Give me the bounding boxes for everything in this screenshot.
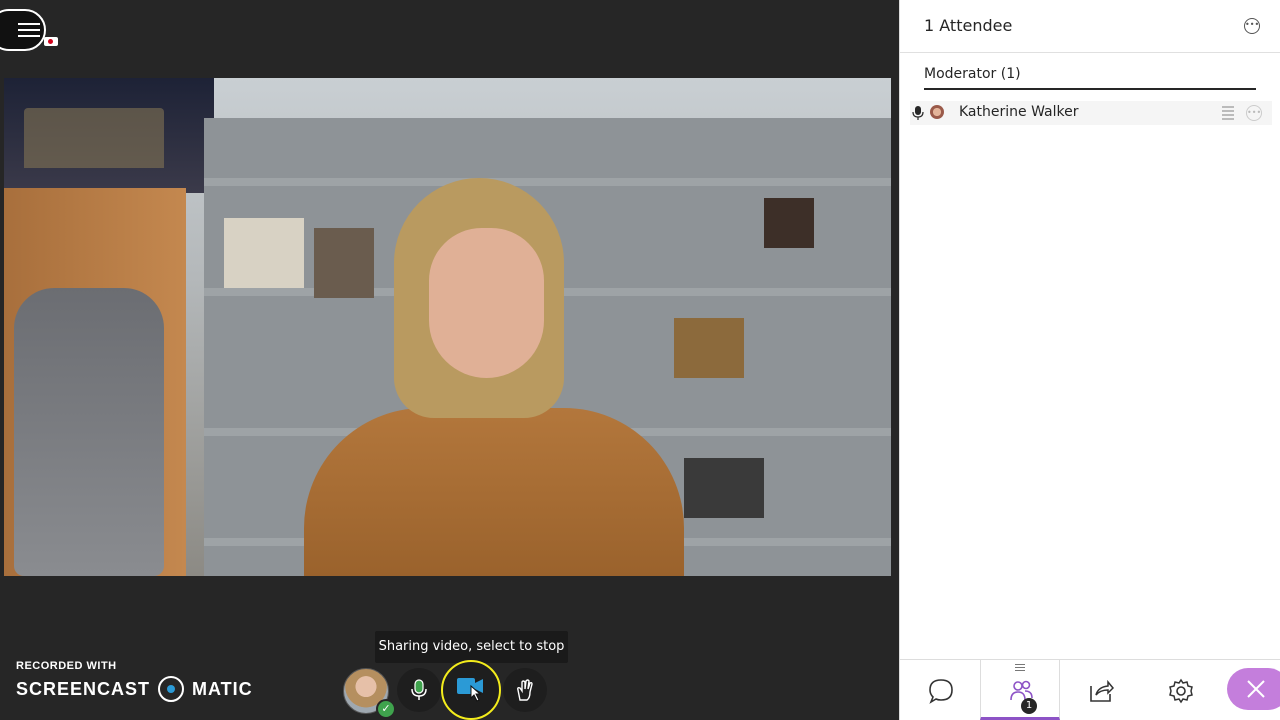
- list-icon[interactable]: [1222, 106, 1234, 120]
- video-background-poster: [4, 78, 214, 193]
- attendee-row[interactable]: Katherine Walker •••: [910, 101, 1272, 125]
- watermark-logo-icon: [158, 676, 185, 702]
- hamburger-icon: [18, 23, 40, 37]
- attendee-avatar: [930, 105, 944, 119]
- attendee-options-icon[interactable]: •••: [1246, 105, 1262, 121]
- watermark-word-left: SCREENCAST: [16, 678, 151, 699]
- drag-grip-icon: [1015, 664, 1025, 673]
- watermark-word-right: MATIC: [192, 678, 253, 699]
- tab-settings[interactable]: [1140, 660, 1220, 720]
- camera-toggle-button[interactable]: [441, 660, 501, 720]
- panel-tab-bar: 1: [900, 659, 1280, 720]
- microphone-icon: [912, 106, 924, 120]
- close-icon: [1247, 680, 1265, 698]
- watermark-line1: RECORDED WITH: [16, 660, 117, 672]
- raise-hand-icon: [517, 679, 533, 701]
- share-content-icon: [1090, 679, 1114, 702]
- panel-title: 1 Attendee: [924, 16, 1013, 35]
- close-panel-button[interactable]: [1227, 668, 1280, 710]
- participant-video: [4, 78, 891, 576]
- video-share-tooltip: Sharing video, select to stop: [375, 631, 568, 663]
- raise-hand-button[interactable]: [503, 668, 547, 712]
- video-presenter: [304, 178, 684, 576]
- attendees-count-badge: 1: [1021, 698, 1037, 714]
- my-status-avatar[interactable]: ✓: [343, 668, 396, 719]
- camera-icon: [457, 678, 483, 702]
- gear-icon: [1169, 678, 1193, 704]
- microphone-icon: [411, 679, 427, 700]
- tab-chat[interactable]: [900, 660, 980, 720]
- attendee-name: Katherine Walker: [959, 104, 1079, 120]
- screencast-watermark: RECORDED WITH SCREENCAST MATIC: [16, 660, 253, 702]
- video-background-coat: [14, 288, 164, 576]
- session-menu-button[interactable]: [0, 9, 46, 51]
- check-icon: ✓: [376, 699, 396, 719]
- attendees-panel: 1 Attendee ••• Moderator (1) Katherine W…: [899, 0, 1280, 720]
- chat-bubble-icon: [929, 679, 953, 704]
- tab-share-content[interactable]: [1060, 660, 1140, 720]
- panel-header: 1 Attendee •••: [900, 0, 1280, 53]
- moderator-section-header: Moderator (1): [924, 66, 1256, 90]
- tab-attendees[interactable]: 1: [980, 660, 1060, 720]
- more-options-icon[interactable]: •••: [1244, 18, 1260, 34]
- session-stage: Sharing video, select to stop ✓ RECORDED…: [0, 0, 899, 720]
- microphone-toggle-button[interactable]: [397, 668, 441, 712]
- video-recording-icon: [44, 37, 58, 46]
